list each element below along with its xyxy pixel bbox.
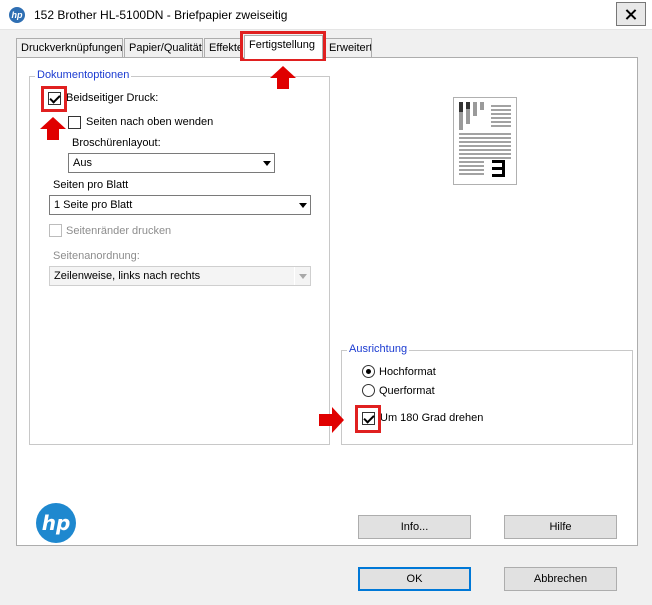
chevron-down-icon: [294, 196, 310, 214]
beidseitig-checkbox[interactable]: [48, 92, 61, 105]
hochformat-radio[interactable]: [362, 365, 375, 378]
hp-app-icon: hp: [9, 7, 25, 23]
title-bar: hp 152 Brother HL-5100DN - Briefpapier z…: [0, 0, 652, 30]
broschuere-value: Aus: [73, 157, 92, 169]
seiten-oben-checkbox[interactable]: [68, 116, 81, 129]
seitenanordnung-select[interactable]: Zeilenweise, links nach rechts: [49, 266, 311, 286]
chevron-down-icon: [294, 267, 310, 285]
red-arrow-up-icon: [270, 66, 296, 89]
red-arrow-right-icon: [319, 407, 345, 433]
seiten-pro-blatt-label: Seiten pro Blatt: [53, 179, 129, 191]
seitenraender-label: Seitenränder drucken: [66, 225, 172, 237]
seitenanordnung-label: Seitenanordnung:: [53, 250, 140, 262]
tab-fertigstellung[interactable]: Fertigstellung: [244, 35, 323, 59]
hochformat-label: Hochformat: [379, 366, 436, 378]
hp-logo: hp: [36, 503, 76, 543]
seiten-pro-blatt-select[interactable]: 1 Seite pro Blatt: [49, 195, 311, 215]
window-title: 152 Brother HL-5100DN - Briefpapier zwei…: [34, 8, 288, 22]
broschuere-label: Broschürenlayout:: [72, 137, 161, 149]
ok-button[interactable]: OK: [358, 567, 471, 591]
seiten-pro-blatt-value: 1 Seite pro Blatt: [54, 199, 133, 211]
red-arrow-up-icon: [40, 117, 66, 140]
hilfe-button[interactable]: Hilfe: [504, 515, 617, 539]
querformat-label: Querformat: [379, 385, 435, 397]
seiten-oben-label: Seiten nach oben wenden: [86, 116, 214, 128]
drehen-checkbox[interactable]: [362, 412, 375, 425]
chevron-down-icon: [258, 154, 274, 172]
tab-papier-qualitaet[interactable]: Papier/Qualität: [124, 38, 203, 58]
seitenanordnung-value: Zeilenweise, links nach rechts: [54, 270, 201, 282]
querformat-radio[interactable]: [362, 384, 375, 397]
tab-effekte[interactable]: Effekte: [204, 38, 243, 58]
abbrechen-button[interactable]: Abbrechen: [504, 567, 617, 591]
tab-druckverknuepfungen[interactable]: Druckverknüpfungen: [16, 38, 123, 58]
close-button[interactable]: [616, 2, 646, 26]
page-preview-graphic: [459, 102, 511, 177]
info-button[interactable]: Info...: [358, 515, 471, 539]
ausrichtung-legend: Ausrichtung: [347, 343, 410, 356]
beidseitig-label: Beidseitiger Druck:: [66, 92, 159, 104]
tab-erweitert[interactable]: Erweitert: [324, 38, 372, 58]
seitenraender-checkbox[interactable]: [49, 224, 62, 237]
broschuere-select[interactable]: Aus: [68, 153, 275, 173]
drehen-label: Um 180 Grad drehen: [380, 412, 484, 424]
page-preview-image: [453, 97, 517, 185]
dokumentoptionen-legend: Dokumentoptionen: [35, 69, 132, 82]
